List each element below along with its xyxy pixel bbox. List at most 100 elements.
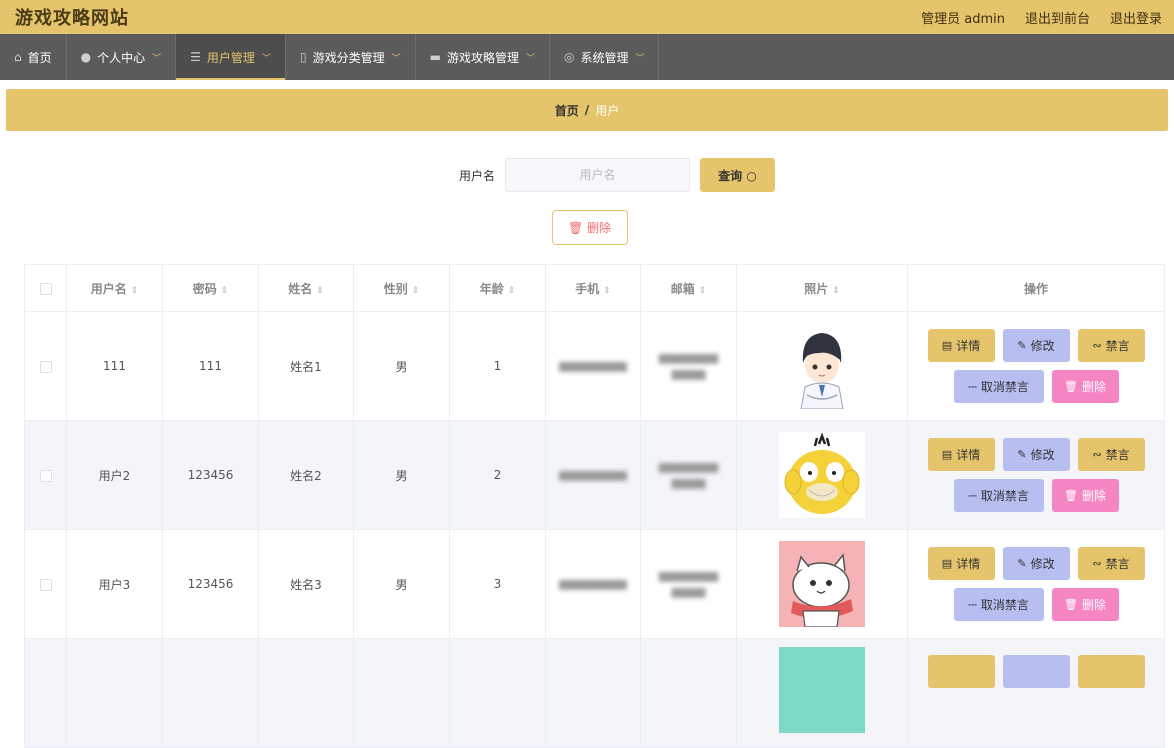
nav-home[interactable]: ⌂ 首页 xyxy=(0,34,67,80)
back-to-front-link[interactable]: 退出到前台 xyxy=(1025,8,1090,27)
trash-icon: 🗑︎ xyxy=(1064,598,1078,611)
avatar xyxy=(779,541,865,627)
delete-button[interactable]: 🗑︎ 删除 xyxy=(1051,479,1119,512)
cell-email-redacted: ▆▆▆▆▆▆▆ ▆▆▆▆ xyxy=(640,311,737,421)
detail-button[interactable]: ▤ 详情 xyxy=(927,329,995,362)
unmute-button[interactable]: ⎓ 取消禁言 xyxy=(953,479,1044,512)
unmute-button[interactable]: ⎓ 取消禁言 xyxy=(953,370,1044,403)
unmute-label: 取消禁言 xyxy=(980,380,1029,394)
table-header-row: 用户名 ⇕ 密码 ⇕ 姓名 ⇕ 性别 ⇕ 年龄 ⇕ 手机 ⇕ 邮箱 ⇕ 照片 ⇕ 操作 xyxy=(24,264,1165,312)
mute-button[interactable]: ∾ 禁言 xyxy=(1077,438,1145,471)
unmute-button[interactable]: ⎓ 取消禁言 xyxy=(953,588,1044,621)
column-label: 操作 xyxy=(1023,281,1048,296)
document-icon: ▤ xyxy=(941,339,953,352)
briefcase-icon: ▬ xyxy=(429,50,441,64)
nav-system[interactable]: ◎ 系统管理 ﹀ xyxy=(550,34,660,80)
batch-actions: 🗑︎ 删除 xyxy=(0,210,1174,245)
column-header[interactable]: 照片 ⇕ xyxy=(736,264,908,312)
row-checkbox[interactable] xyxy=(39,469,52,482)
delete-label: 删除 xyxy=(1081,598,1106,612)
cell-password: 111 xyxy=(162,311,259,421)
document-icon: ▤ xyxy=(941,448,953,461)
batch-delete-button[interactable]: 🗑︎ 删除 xyxy=(551,210,628,245)
admin-label: 管理员 admin xyxy=(921,11,1005,27)
mute-button[interactable]: ∾ 禁言 xyxy=(1077,547,1145,580)
nav-home-label: 首页 xyxy=(27,50,52,65)
sort-icon: ⇕ xyxy=(220,285,229,296)
edit-button[interactable] xyxy=(1002,655,1070,688)
mute-button[interactable]: ∾ 禁言 xyxy=(1077,329,1145,362)
nav-user-management[interactable]: ☰ 用户管理 ﹀ xyxy=(176,34,286,80)
unmute-icon: ⎓ xyxy=(968,488,977,502)
sort-icon: ⇕ xyxy=(130,285,139,296)
column-header[interactable]: 手机 ⇕ xyxy=(545,264,641,312)
unmute-label: 取消禁言 xyxy=(980,489,1029,503)
column-header[interactable]: 邮箱 ⇕ xyxy=(640,264,737,312)
detail-button[interactable]: ▤ 详情 xyxy=(927,438,995,471)
cell-password: 123456 xyxy=(162,529,259,639)
nav-game-category-label: 游戏分类管理 xyxy=(312,50,385,65)
nav-game-category[interactable]: ▯ 游戏分类管理 ﹀ xyxy=(286,34,416,80)
sliders-icon: ☰ xyxy=(190,50,201,64)
select-all-checkbox[interactable] xyxy=(39,282,52,295)
chevron-down-icon: ﹀ xyxy=(635,53,645,64)
cell-gender: 男 xyxy=(353,311,450,421)
chevron-down-icon: ﹀ xyxy=(525,53,535,64)
table-row xyxy=(24,638,1165,748)
cell-age: 3 xyxy=(449,529,546,639)
nav-personal-center[interactable]: ● 个人中心 ﹀ xyxy=(67,34,177,80)
mute-button[interactable] xyxy=(1077,655,1145,688)
cell-photo xyxy=(736,420,908,530)
user-icon: ● xyxy=(80,50,92,64)
column-header[interactable]: 性别 ⇕ xyxy=(353,264,450,312)
nav-personal-center-label: 个人中心 xyxy=(97,50,146,65)
delete-button[interactable]: 🗑︎ 删除 xyxy=(1051,370,1119,403)
mute-label: 禁言 xyxy=(1105,339,1130,353)
pencil-icon: ✎ xyxy=(1017,557,1027,570)
sort-icon: ⇕ xyxy=(411,285,420,296)
cell-username: 用户3 xyxy=(66,529,163,639)
mute-label: 禁言 xyxy=(1105,557,1130,571)
cell-gender: 男 xyxy=(353,420,450,530)
detail-button[interactable] xyxy=(927,655,995,688)
chevron-down-icon: ﹀ xyxy=(391,53,401,64)
logout-link[interactable]: 退出登录 xyxy=(1110,8,1162,27)
mute-icon: ∾ xyxy=(1092,339,1102,352)
column-label: 密码 xyxy=(192,281,217,296)
breadcrumb: 首页 / 用户 xyxy=(6,89,1168,131)
breadcrumb-home[interactable]: 首页 xyxy=(555,102,579,119)
top-right-links: 管理员 admin 退出到前台 退出登录 xyxy=(921,8,1162,27)
search-input[interactable] xyxy=(505,158,690,192)
edit-button[interactable]: ✎ 修改 xyxy=(1002,438,1070,471)
cell-email-redacted: ▆▆▆▆▆▆▆ ▆▆▆▆ xyxy=(640,420,737,530)
column-header[interactable]: 用户名 ⇕ xyxy=(66,264,163,312)
column-header[interactable]: 姓名 ⇕ xyxy=(258,264,354,312)
settings-icon: ◎ xyxy=(563,50,575,64)
sort-icon: ⇕ xyxy=(316,285,324,296)
column-header: 操作 xyxy=(907,264,1165,312)
chevron-down-icon: ﹀ xyxy=(152,53,162,64)
unmute-icon: ⎓ xyxy=(968,597,977,611)
detail-button[interactable]: ▤ 详情 xyxy=(927,547,995,580)
nav-system-label: 系统管理 xyxy=(580,50,629,65)
cell-name: 姓名3 xyxy=(258,529,354,639)
nav-game-guide[interactable]: ▬ 游戏攻略管理 ﹀ xyxy=(416,34,550,80)
mute-label: 禁言 xyxy=(1105,448,1130,462)
detail-label: 详情 xyxy=(956,557,981,571)
avatar xyxy=(779,323,865,409)
cell-actions: ▤ 详情 ✎ 修改 ∾ 禁言 ⎓ 取消禁言 🗑︎ 删除 xyxy=(907,420,1165,530)
row-checkbox[interactable] xyxy=(39,360,52,373)
delete-button[interactable]: 🗑︎ 删除 xyxy=(1051,588,1119,621)
cell-name: 姓名2 xyxy=(258,420,354,530)
column-header[interactable]: 密码 ⇕ xyxy=(162,264,259,312)
detail-label: 详情 xyxy=(956,448,981,462)
home-icon: ⌂ xyxy=(14,50,22,64)
document-icon: ▤ xyxy=(941,557,953,570)
edit-button[interactable]: ✎ 修改 xyxy=(1002,547,1070,580)
column-label: 性别 xyxy=(383,281,408,296)
row-checkbox[interactable] xyxy=(39,578,52,591)
edit-button[interactable]: ✎ 修改 xyxy=(1002,329,1070,362)
column-header[interactable]: 年龄 ⇕ xyxy=(449,264,546,312)
cell-actions: ▤ 详情 ✎ 修改 ∾ 禁言 ⎓ 取消禁言 🗑︎ 删除 xyxy=(907,529,1165,639)
search-button[interactable]: 查询 ○ xyxy=(700,158,775,192)
